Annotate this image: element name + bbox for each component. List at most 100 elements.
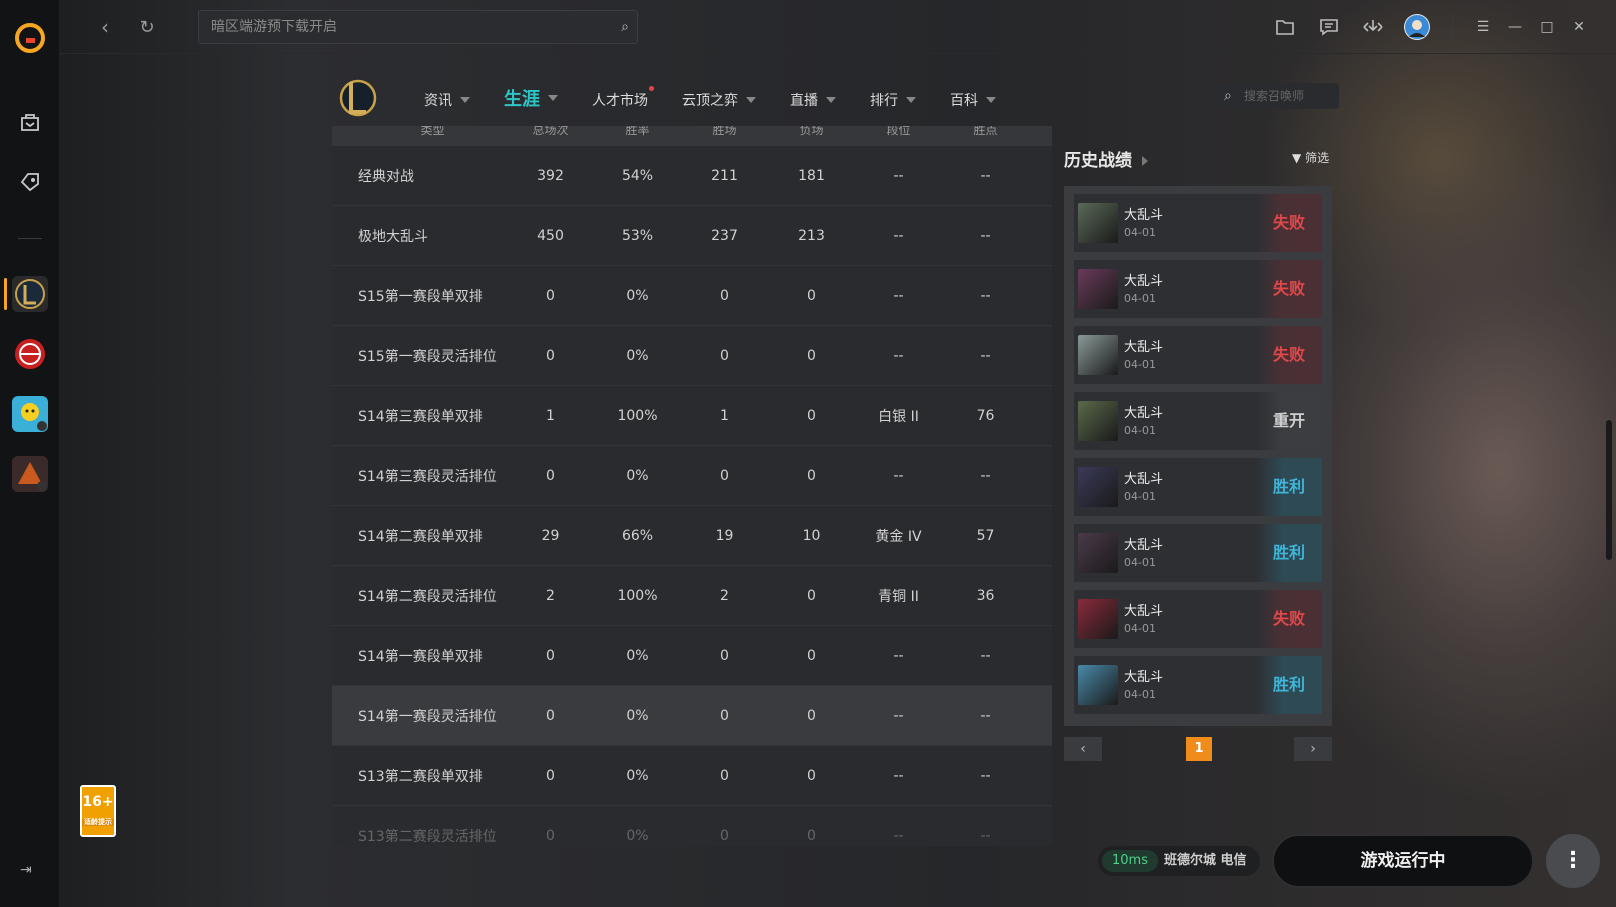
match-item[interactable]: 大乱斗 04-01 重开 <box>1074 392 1322 450</box>
champion-portrait <box>1078 203 1118 243</box>
game-lol-icon[interactable] <box>12 276 48 312</box>
chevron-down-icon <box>460 96 470 103</box>
game-dnf-icon[interactable] <box>12 456 48 492</box>
match-item[interactable]: 大乱斗 04-01 失败 <box>1074 260 1322 318</box>
stat-cell: 0 <box>546 767 555 784</box>
app-logo-icon[interactable] <box>14 22 46 54</box>
stat-cell: -- <box>980 227 991 244</box>
match-item[interactable]: 大乱斗 04-01 胜利 <box>1074 656 1322 714</box>
summoner-search-input[interactable]: ⌕ 搜索召唤师 <box>1214 83 1339 109</box>
stat-cell: 450 <box>537 227 564 244</box>
search-icon[interactable]: ⌕ <box>621 11 629 43</box>
minimize-icon[interactable]: — <box>1502 14 1528 40</box>
stat-cell: 29 <box>541 527 560 544</box>
match-result: 失败 <box>1256 260 1322 318</box>
stat-cell: -- <box>893 227 904 244</box>
lol-logo-icon[interactable] <box>338 74 378 118</box>
match-item[interactable]: 大乱斗 04-01 胜利 <box>1074 458 1322 516</box>
close-icon[interactable]: ✕ <box>1566 14 1592 40</box>
champion-portrait <box>1078 335 1118 375</box>
table-row[interactable]: S13第二赛段单双排 0 0% 0 0 -- -- <box>332 746 1052 806</box>
stat-cell: -- <box>980 767 991 784</box>
menu-icon[interactable]: ☰ <box>1470 14 1496 40</box>
match-date: 04-01 <box>1124 424 1156 437</box>
table-row[interactable]: S14第一赛段灵活排位 0 0% 0 0 -- -- <box>332 686 1052 746</box>
match-mode: 大乱斗 <box>1124 274 1164 289</box>
match-item[interactable]: 大乱斗 04-01 失败 <box>1074 326 1322 384</box>
tab-0[interactable]: 资讯 <box>424 88 470 111</box>
queue-type-cell: S14第二赛段灵活排位 <box>358 588 497 605</box>
stat-cell: 0% <box>626 287 649 304</box>
folder-icon[interactable] <box>1272 14 1298 40</box>
scrollbar-thumb[interactable] <box>1606 420 1612 560</box>
game-crossfire-icon[interactable] <box>12 336 48 372</box>
ping-badge: 10ms <box>1102 850 1158 872</box>
stat-cell: 0 <box>546 287 555 304</box>
global-search-input[interactable]: 暗区端游预下载开启 ⌕ <box>198 10 638 44</box>
table-row[interactable]: S14第二赛段灵活排位 2 100% 2 0 青铜 II 36 <box>332 566 1052 626</box>
prev-page-button[interactable]: ‹ <box>1064 737 1102 761</box>
match-result: 胜利 <box>1256 458 1322 516</box>
table-row[interactable]: S15第一赛段单双排 0 0% 0 0 -- -- <box>332 266 1052 326</box>
tab-2[interactable]: 人才市场 <box>592 86 654 111</box>
column-header: 胜场 <box>712 126 737 137</box>
topbar-divider <box>1452 16 1453 38</box>
store-bag-icon[interactable] <box>14 106 46 138</box>
message-icon[interactable] <box>1316 14 1342 40</box>
stat-cell: 0 <box>807 767 816 784</box>
table-row[interactable]: S14第三赛段灵活排位 0 0% 0 0 -- -- <box>332 446 1052 506</box>
tab-6[interactable]: 百科 <box>950 88 996 111</box>
game-tag-icon[interactable] <box>14 166 46 198</box>
refresh-icon[interactable]: ↻ <box>134 14 160 40</box>
match-date: 04-01 <box>1124 358 1156 371</box>
stat-cell: 2 <box>546 587 555 604</box>
match-item[interactable]: 大乱斗 04-01 胜利 <box>1074 524 1322 582</box>
stat-cell: 0% <box>626 707 649 724</box>
queue-type-cell: S14第一赛段单双排 <box>358 648 483 665</box>
champion-portrait <box>1078 599 1118 639</box>
collapse-sidebar-icon[interactable]: ⇥ <box>20 862 32 878</box>
history-title[interactable]: 历史战绩 <box>1064 146 1148 171</box>
stat-cell: 0 <box>807 287 816 304</box>
stat-cell: -- <box>980 287 991 304</box>
tab-4[interactable]: 直播 <box>790 88 836 111</box>
match-date: 04-01 <box>1124 688 1156 701</box>
table-row[interactable]: S14第一赛段单双排 0 0% 0 0 -- -- <box>332 626 1052 686</box>
tab-3[interactable]: 云顶之弈 <box>682 88 756 111</box>
chevron-down-icon <box>906 96 916 103</box>
table-row[interactable]: 极地大乱斗 450 53% 237 213 -- -- <box>332 206 1052 266</box>
stat-cell: 0 <box>807 467 816 484</box>
stat-cell: -- <box>980 467 991 484</box>
tab-label: 百科 <box>950 92 978 109</box>
tab-1[interactable]: 生涯 <box>504 85 558 111</box>
table-row[interactable]: S13第二赛段灵活排位 0 0% 0 0 -- -- <box>332 806 1052 846</box>
chevron-right-icon <box>1142 156 1148 166</box>
page-number[interactable]: 1 <box>1186 737 1212 761</box>
back-icon[interactable]: ‹ <box>92 14 118 40</box>
maximize-icon[interactable]: □ <box>1534 14 1560 40</box>
user-avatar[interactable] <box>1404 14 1430 40</box>
server-status[interactable]: 10ms 班德尔城 电信 <box>1098 846 1260 876</box>
download-icon[interactable] <box>1360 14 1386 40</box>
stat-cell: 黄金 IV <box>875 528 922 545</box>
match-item[interactable]: 大乱斗 04-01 失败 <box>1074 194 1322 252</box>
table-row[interactable]: S14第二赛段单双排 29 66% 19 10 黄金 IV 57 <box>332 506 1052 566</box>
champion-portrait <box>1078 665 1118 705</box>
tab-5[interactable]: 排行 <box>870 88 916 111</box>
table-row[interactable]: 经典对战 392 54% 211 181 -- -- <box>332 146 1052 206</box>
next-page-button[interactable]: › <box>1294 737 1332 761</box>
match-item[interactable]: 大乱斗 04-01 失败 <box>1074 590 1322 648</box>
match-date: 04-01 <box>1124 226 1156 239</box>
stat-cell: -- <box>980 167 991 184</box>
game-qq-speed-icon[interactable] <box>12 396 48 432</box>
table-row[interactable]: S14第三赛段单双排 1 100% 1 0 白银 II 76 <box>332 386 1052 446</box>
match-result: 失败 <box>1256 326 1322 384</box>
more-options-icon[interactable]: ⋮ <box>1546 834 1600 888</box>
stat-cell: 0 <box>720 467 729 484</box>
filter-button[interactable]: ▼ 筛选 <box>1292 149 1329 166</box>
table-row[interactable]: S15第一赛段灵活排位 0 0% 0 0 -- -- <box>332 326 1052 386</box>
stat-cell: 0 <box>546 647 555 664</box>
chevron-down-icon <box>548 95 558 101</box>
game-running-button[interactable]: 游戏运行中 <box>1272 834 1534 888</box>
stat-cell: 2 <box>720 587 729 604</box>
